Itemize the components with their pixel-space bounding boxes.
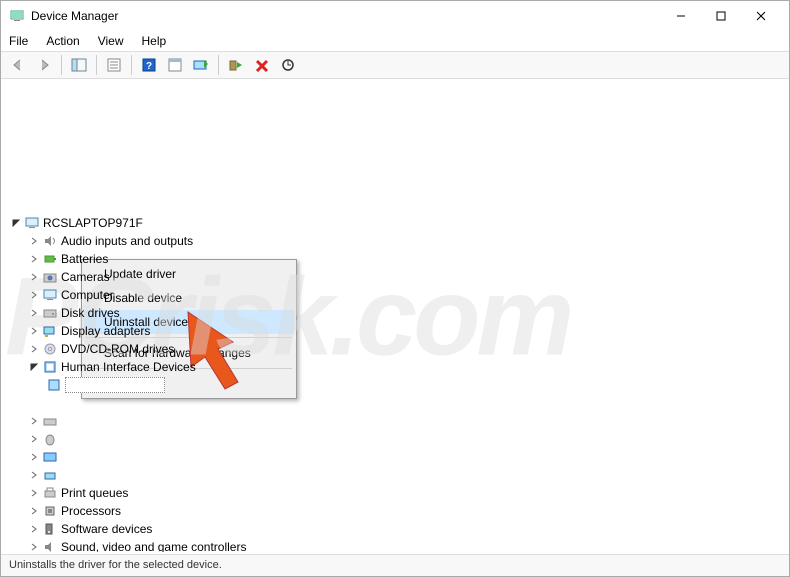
network-icon	[41, 468, 59, 482]
keyboard-icon	[41, 414, 59, 428]
forward-button[interactable]	[31, 53, 57, 77]
computer-icon	[23, 216, 41, 230]
tree-item-display[interactable]: Display adapters	[23, 322, 785, 340]
hid-device-icon	[45, 378, 63, 392]
window-title: Device Manager	[31, 9, 661, 23]
statusbar-text: Uninstalls the driver for the selected d…	[9, 559, 222, 571]
tree-root[interactable]: RCSLAPTOP971F	[5, 214, 785, 232]
tree-item-hidden[interactable]	[23, 466, 785, 484]
cpu-icon	[41, 504, 59, 518]
chevron-right-icon[interactable]	[27, 273, 41, 281]
tree-item-hid-child[interactable]	[41, 376, 785, 394]
tree-item-dvd[interactable]: DVD/CD-ROM drives	[23, 340, 785, 358]
tree-label: Sound, video and game controllers	[61, 538, 246, 552]
window-controls	[661, 2, 781, 30]
tree-label: Audio inputs and outputs	[61, 232, 193, 250]
show-hide-tree-button[interactable]	[66, 53, 92, 77]
chevron-right-icon[interactable]	[27, 327, 41, 335]
chevron-down-icon[interactable]	[9, 219, 23, 227]
tree-label: Disk drives	[61, 304, 120, 322]
audio-icon	[41, 234, 59, 248]
scan-hardware-button[interactable]	[275, 53, 301, 77]
tree-item-batteries[interactable]: Batteries	[23, 250, 785, 268]
tree-item-hidden[interactable]	[23, 430, 785, 448]
printer-icon	[41, 486, 59, 500]
tree-item-software[interactable]: Software devices	[23, 520, 785, 538]
tree-item-print[interactable]: Print queues	[23, 484, 785, 502]
tree-item-hid[interactable]: Human Interface Devices	[23, 358, 785, 376]
disk-icon	[41, 306, 59, 320]
monitor-icon	[41, 450, 59, 464]
maximize-button[interactable]	[701, 2, 741, 30]
chevron-right-icon[interactable]	[27, 255, 41, 263]
menu-file[interactable]: File	[7, 33, 30, 49]
menu-view[interactable]: View	[96, 33, 126, 49]
chevron-right-icon[interactable]	[27, 471, 41, 479]
speaker-icon	[41, 540, 59, 552]
menu-action[interactable]: Action	[44, 33, 81, 49]
tree-root-label: RCSLAPTOP971F	[43, 214, 143, 232]
tree-item-audio[interactable]: Audio inputs and outputs	[23, 232, 785, 250]
tree-label	[65, 377, 165, 393]
tree-item-sound[interactable]: Sound, video and game controllers	[23, 538, 785, 552]
hid-icon	[41, 360, 59, 374]
properties-button[interactable]	[101, 53, 127, 77]
tree-label: Software devices	[61, 520, 152, 538]
tree-item-hidden[interactable]	[23, 448, 785, 466]
battery-icon	[41, 252, 59, 266]
statusbar: Uninstalls the driver for the selected d…	[1, 554, 789, 576]
tree-label: Display adapters	[61, 322, 150, 340]
app-icon	[9, 8, 25, 24]
back-button[interactable]	[5, 53, 31, 77]
titlebar: Device Manager	[1, 1, 789, 31]
update-driver-button[interactable]	[188, 53, 214, 77]
help-button[interactable]: ?	[136, 53, 162, 77]
chevron-right-icon[interactable]	[27, 291, 41, 299]
chevron-right-icon[interactable]	[27, 525, 41, 533]
tree-label: Cameras	[61, 268, 110, 286]
chevron-right-icon[interactable]	[27, 345, 41, 353]
chevron-right-icon[interactable]	[27, 237, 41, 245]
minimize-button[interactable]	[661, 2, 701, 30]
chevron-right-icon[interactable]	[27, 309, 41, 317]
chevron-right-icon[interactable]	[27, 489, 41, 497]
chevron-right-icon[interactable]	[27, 507, 41, 515]
chevron-right-icon[interactable]	[27, 543, 41, 551]
camera-icon	[41, 270, 59, 284]
chevron-right-icon[interactable]	[27, 453, 41, 461]
tree-label: Print queues	[61, 484, 128, 502]
uninstall-button[interactable]	[249, 53, 275, 77]
display-adapter-icon	[41, 324, 59, 338]
tree-label: Human Interface Devices	[61, 358, 196, 376]
menu-help[interactable]: Help	[140, 33, 169, 49]
tree-label: DVD/CD-ROM drives	[61, 340, 174, 358]
software-icon	[41, 522, 59, 536]
chevron-down-icon[interactable]	[27, 363, 41, 371]
action-button[interactable]	[162, 53, 188, 77]
tree-item-cameras[interactable]: Cameras	[23, 268, 785, 286]
device-manager-window: Device Manager File Action View Help ? P…	[0, 0, 790, 577]
close-button[interactable]	[741, 2, 781, 30]
monitor-icon	[41, 288, 59, 302]
menubar: File Action View Help	[1, 31, 789, 51]
svg-text:?: ?	[146, 61, 152, 72]
tree-item-hidden[interactable]	[23, 412, 785, 430]
tree-label: Processors	[61, 502, 121, 520]
tree-item-processors[interactable]: Processors	[23, 502, 785, 520]
mouse-icon	[41, 432, 59, 446]
tree-item-disk[interactable]: Disk drives	[23, 304, 785, 322]
enable-button[interactable]	[223, 53, 249, 77]
device-tree[interactable]: PCrisk.com RCSLAPTOP971F Audio inputs an…	[1, 81, 789, 552]
tree-item-computer[interactable]: Computer	[23, 286, 785, 304]
tree-label: Computer	[61, 286, 114, 304]
toolbar: ?	[1, 51, 789, 79]
chevron-right-icon[interactable]	[27, 435, 41, 443]
chevron-right-icon[interactable]	[27, 417, 41, 425]
dvd-icon	[41, 342, 59, 356]
tree-label: Batteries	[61, 250, 108, 268]
